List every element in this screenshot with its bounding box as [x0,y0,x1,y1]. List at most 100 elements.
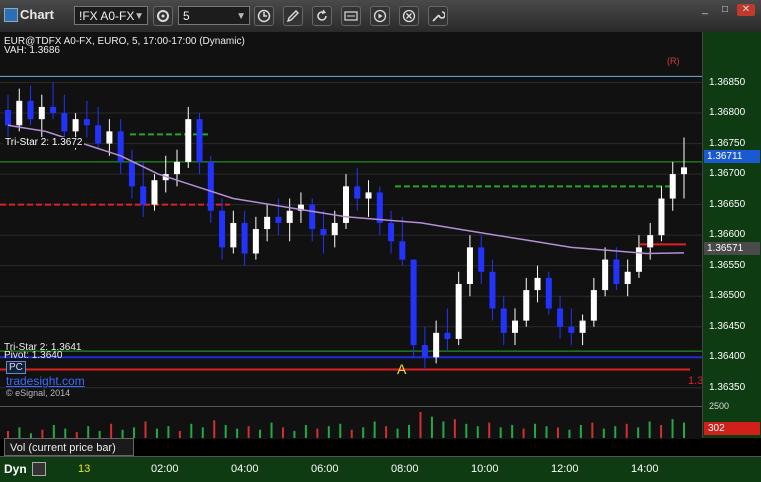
volume-bar [614,426,617,438]
chevron-down-icon[interactable]: ▼ [134,7,144,26]
volume-bar [660,425,663,438]
last-price-flag: 1.36711 [704,150,760,163]
price-tick-label: 1.36600 [709,229,746,241]
volume-bar [41,429,44,438]
volume-bar [591,422,594,438]
tools-button[interactable] [428,6,448,26]
candle-body [309,204,316,230]
volume-current-flag: 302 [704,422,760,435]
candle-body [590,290,597,321]
time-tick-label: 10:00 [471,463,499,475]
candle-body [61,113,68,132]
volume-bar [453,419,456,438]
candle-body [331,222,338,236]
draw-button[interactable] [283,6,303,26]
volume-bar [396,428,399,438]
volume-bar [201,427,204,438]
volume-bar [316,428,319,438]
ticker-icon [344,11,358,21]
clock-icon [257,9,271,23]
volume-bar [671,419,674,438]
volume-bar [625,423,628,438]
candle-body [489,271,496,309]
clock-button[interactable] [254,6,274,26]
gear-button[interactable] [153,6,173,26]
close-button[interactable]: ✕ [737,4,755,16]
candle-body [275,216,282,223]
magnifier-icon[interactable] [32,462,46,476]
candle-body [219,210,226,248]
volume-bar [190,423,193,438]
volume-bar [511,425,514,438]
volume-bar [270,422,273,438]
pivot-label: Pivot: 1.3640 [4,350,63,361]
price-tick-label: 1.36750 [709,137,746,149]
maximize-button[interactable]: □ [716,4,734,16]
volume-bar [442,421,445,438]
candle-body [95,125,102,144]
title-bar: Chart !FX A0-FX ▼ 5 ▼ _ □ ✕ [0,0,761,33]
candle-body [286,210,293,223]
volume-bar [133,427,136,438]
volume-bar [408,425,411,438]
interval-input[interactable]: 5 ▼ [178,6,250,25]
interval-text: 5 [183,9,190,23]
volume-bar [545,426,548,438]
close-icon: ✕ [741,4,751,15]
volume-bar [121,429,124,438]
candle-body [545,277,552,309]
candle-body [72,119,79,132]
candle-body [196,119,203,162]
time-axis[interactable]: Dyn 13 02:00 04:00 06:00 08:00 10:00 12:00 14:0… [0,456,761,482]
candle-body [354,186,361,199]
volume-tab[interactable]: Vol (current price bar) [4,438,134,456]
volume-bar [224,425,227,438]
volume-bar [556,427,559,438]
volume-bar [236,428,239,438]
x-icon [402,9,416,23]
candle-body [681,167,687,175]
volume-bar [362,427,365,438]
cancel-button[interactable] [399,6,419,26]
time-tick-label: 13 [78,463,91,475]
vah-label: VAH: 1.3686 [4,45,60,56]
volume-bar [98,430,101,438]
price-tick-label: 1.36500 [709,290,746,302]
time-tick-label: 12:00 [551,463,579,475]
symbol-input[interactable]: !FX A0-FX ▼ [74,6,148,25]
candle-body [106,131,113,144]
candle-body [568,326,575,333]
dyn-label[interactable]: Dyn [4,462,27,476]
volume-bar [476,426,479,438]
volume-bar [350,429,353,438]
candle-body [151,180,158,205]
price-tick-label: 1.36800 [709,107,746,119]
volume-bar [293,430,296,438]
price-cut-label: 1.3 [688,375,704,387]
candle-body [388,222,395,242]
volume-pane[interactable] [0,406,702,439]
marker-r: (R) [667,56,680,66]
chevron-down-icon[interactable]: ▼ [236,7,246,26]
candle-body [16,100,23,126]
price-plot[interactable]: EUR@TDFX A0-FX, EURO, 5, 17:00-17:00 (Dy… [0,32,704,406]
volume-bar [339,423,342,438]
price-tick-label: 1.36350 [709,381,746,393]
volume-bar [52,425,55,438]
time-tick-label: 14:00 [631,463,659,475]
candle-body [466,247,473,284]
candle-body [613,259,620,284]
candle-body [579,320,586,333]
volume-bar [144,421,147,438]
play-button[interactable] [370,6,390,26]
volume-bar [568,429,571,438]
refresh-button[interactable] [312,6,332,26]
volume-bar [373,421,376,438]
ticker-button[interactable] [341,6,361,26]
volume-bar [155,428,158,438]
minimize-button[interactable]: _ [696,4,714,16]
volume-chart [7,412,685,438]
brand-link[interactable]: tradesight.com [6,374,85,388]
volume-bar [499,427,502,438]
price-axis[interactable]: 1.36711 1.36571 1.36850 1.36800 1.36750 1.3… [702,32,761,406]
